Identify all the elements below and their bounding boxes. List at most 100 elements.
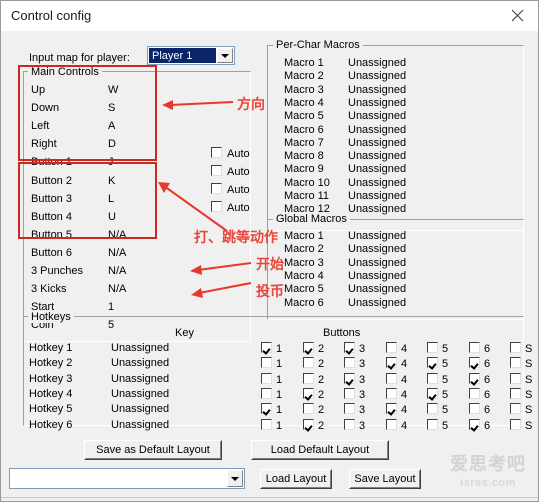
main-control-key-9[interactable]: N/A — [108, 229, 126, 241]
hotkey-6-button-1-checkbox[interactable] — [261, 419, 272, 430]
hotkey-4-button-1-checkbox[interactable] — [261, 388, 272, 399]
auto-checkbox-4[interactable] — [211, 201, 222, 212]
hotkey-5-button-5-checkbox[interactable] — [427, 403, 438, 414]
hotkey-1-button-5-checkbox[interactable] — [427, 342, 438, 353]
hotkey-4-button-3-checkbox[interactable] — [344, 388, 355, 399]
hotkey-3-button-1-checkbox[interactable] — [261, 373, 272, 384]
save-layout-button[interactable]: Save Layout — [349, 469, 421, 489]
global-macro-value-5[interactable]: Unassigned — [348, 283, 406, 295]
hotkey-2-button-5-checkbox[interactable] — [427, 357, 438, 368]
per-char-macro-value-6[interactable]: Unassigned — [348, 124, 406, 136]
hotkey-6-button-4-checkbox[interactable] — [386, 419, 397, 430]
hotkey-3-button-6-checkbox[interactable] — [469, 373, 480, 384]
hotkey-1-button-4-checkbox[interactable] — [386, 342, 397, 353]
hotkey-4-button-4-checkbox[interactable] — [386, 388, 397, 399]
hotkey-3-button-5-checkbox[interactable] — [427, 373, 438, 384]
hotkey-key-3[interactable]: Unassigned — [111, 373, 169, 385]
hotkey-2-button-S-checkbox[interactable] — [510, 357, 521, 368]
hotkey-2-button-1-checkbox[interactable] — [261, 357, 272, 368]
hotkey-6-button-4-label: 4 — [401, 420, 408, 432]
per-char-macro-value-4[interactable]: Unassigned — [348, 97, 406, 109]
main-control-key-6[interactable]: K — [108, 175, 115, 187]
hotkey-3-button-2-label: 2 — [318, 374, 325, 386]
hotkey-6-button-2-checkbox[interactable] — [303, 419, 314, 430]
chevron-down-icon-layout[interactable] — [227, 470, 243, 487]
hotkey-6-button-S-checkbox[interactable] — [510, 419, 521, 430]
hotkey-4-button-5-checkbox[interactable] — [427, 388, 438, 399]
per-char-macro-value-5[interactable]: Unassigned — [348, 110, 406, 122]
layout-select[interactable] — [9, 468, 245, 489]
hotkey-4-button-S-checkbox[interactable] — [510, 388, 521, 399]
hotkey-2-button-4-checkbox[interactable] — [386, 357, 397, 368]
hotkey-6-button-6-checkbox[interactable] — [469, 419, 480, 430]
per-char-macro-value-7[interactable]: Unassigned — [348, 137, 406, 149]
hotkey-key-2[interactable]: Unassigned — [111, 357, 169, 369]
hotkey-5-button-S-checkbox[interactable] — [510, 403, 521, 414]
hotkey-1-button-6-checkbox[interactable] — [469, 342, 480, 353]
per-char-macro-value-11[interactable]: Unassigned — [348, 190, 406, 202]
hotkey-5-button-1-checkbox[interactable] — [261, 403, 272, 414]
hotkey-1-button-1-checkbox[interactable] — [261, 342, 272, 353]
hotkey-2-button-2-checkbox[interactable] — [303, 357, 314, 368]
hotkey-key-6[interactable]: Unassigned — [111, 419, 169, 431]
hotkey-5-button-2-checkbox[interactable] — [303, 403, 314, 414]
close-icon[interactable] — [496, 1, 538, 30]
global-macro-value-2[interactable]: Unassigned — [348, 243, 406, 255]
main-control-key-10[interactable]: N/A — [108, 247, 126, 259]
hotkey-key-5[interactable]: Unassigned — [111, 403, 169, 415]
global-macro-value-4[interactable]: Unassigned — [348, 270, 406, 282]
player-select[interactable]: Player 1 — [147, 46, 235, 65]
main-control-key-4[interactable]: D — [108, 138, 116, 150]
main-control-key-11[interactable]: N/A — [108, 265, 126, 277]
per-char-macro-value-12[interactable]: Unassigned — [348, 203, 406, 215]
per-char-macro-value-10[interactable]: Unassigned — [348, 177, 406, 189]
chevron-down-icon[interactable] — [217, 48, 233, 63]
hotkey-6-button-5-checkbox[interactable] — [427, 419, 438, 430]
global-macro-value-1[interactable]: Unassigned — [348, 230, 406, 242]
hotkey-3-button-2-checkbox[interactable] — [303, 373, 314, 384]
hotkey-key-4[interactable]: Unassigned — [111, 388, 169, 400]
auto-checkbox-3[interactable] — [211, 183, 222, 194]
watermark: 爱思考吧 isres.com — [444, 450, 532, 489]
main-control-key-2[interactable]: S — [108, 102, 115, 114]
hotkey-6-button-3-checkbox[interactable] — [344, 419, 355, 430]
per-char-macro-value-8[interactable]: Unassigned — [348, 150, 406, 162]
main-control-key-12[interactable]: N/A — [108, 283, 126, 295]
hotkey-1-button-S-checkbox[interactable] — [510, 342, 521, 353]
main-control-key-3[interactable]: A — [108, 120, 115, 132]
main-control-key-5[interactable]: J — [108, 156, 114, 168]
hotkey-2-button-3-checkbox[interactable] — [344, 357, 355, 368]
save-default-layout-button[interactable]: Save as Default Layout — [84, 440, 222, 460]
hotkey-3-button-4-checkbox[interactable] — [386, 373, 397, 384]
main-control-key-7[interactable]: L — [108, 193, 114, 205]
hotkey-5-button-3-checkbox[interactable] — [344, 403, 355, 414]
hotkey-2-button-3-label: 3 — [359, 358, 366, 370]
main-controls-title: Main Controls — [28, 67, 102, 78]
auto-checkbox-1[interactable] — [211, 147, 222, 158]
hotkey-3-button-S-checkbox[interactable] — [510, 373, 521, 384]
hotkey-4-button-2-checkbox[interactable] — [303, 388, 314, 399]
main-control-key-1[interactable]: W — [108, 84, 118, 96]
hotkey-4-button-6-checkbox[interactable] — [469, 388, 480, 399]
main-control-key-13[interactable]: 1 — [108, 301, 114, 313]
load-default-layout-button[interactable]: Load Default Layout — [251, 440, 389, 460]
hotkey-5-button-6-checkbox[interactable] — [469, 403, 480, 414]
per-char-macro-name-2: Macro 2 — [284, 70, 324, 82]
hotkey-5-button-4-checkbox[interactable] — [386, 403, 397, 414]
per-char-macro-value-2[interactable]: Unassigned — [348, 70, 406, 82]
hotkey-2-button-6-checkbox[interactable] — [469, 357, 480, 368]
global-macro-value-3[interactable]: Unassigned — [348, 257, 406, 269]
hotkey-5-button-S-label: S — [525, 404, 533, 416]
per-char-macro-value-1[interactable]: Unassigned — [348, 57, 406, 69]
auto-checkbox-2[interactable] — [211, 165, 222, 176]
per-char-macro-value-3[interactable]: Unassigned — [348, 84, 406, 96]
global-macro-value-6[interactable]: Unassigned — [348, 297, 406, 309]
hotkey-key-1[interactable]: Unassigned — [111, 342, 169, 354]
global-macro-name-4: Macro 4 — [284, 270, 324, 282]
main-control-key-8[interactable]: U — [108, 211, 116, 223]
hotkey-1-button-2-checkbox[interactable] — [303, 342, 314, 353]
per-char-macro-value-9[interactable]: Unassigned — [348, 163, 406, 175]
load-layout-button[interactable]: Load Layout — [260, 469, 332, 489]
hotkey-3-button-3-checkbox[interactable] — [344, 373, 355, 384]
hotkey-1-button-3-checkbox[interactable] — [344, 342, 355, 353]
